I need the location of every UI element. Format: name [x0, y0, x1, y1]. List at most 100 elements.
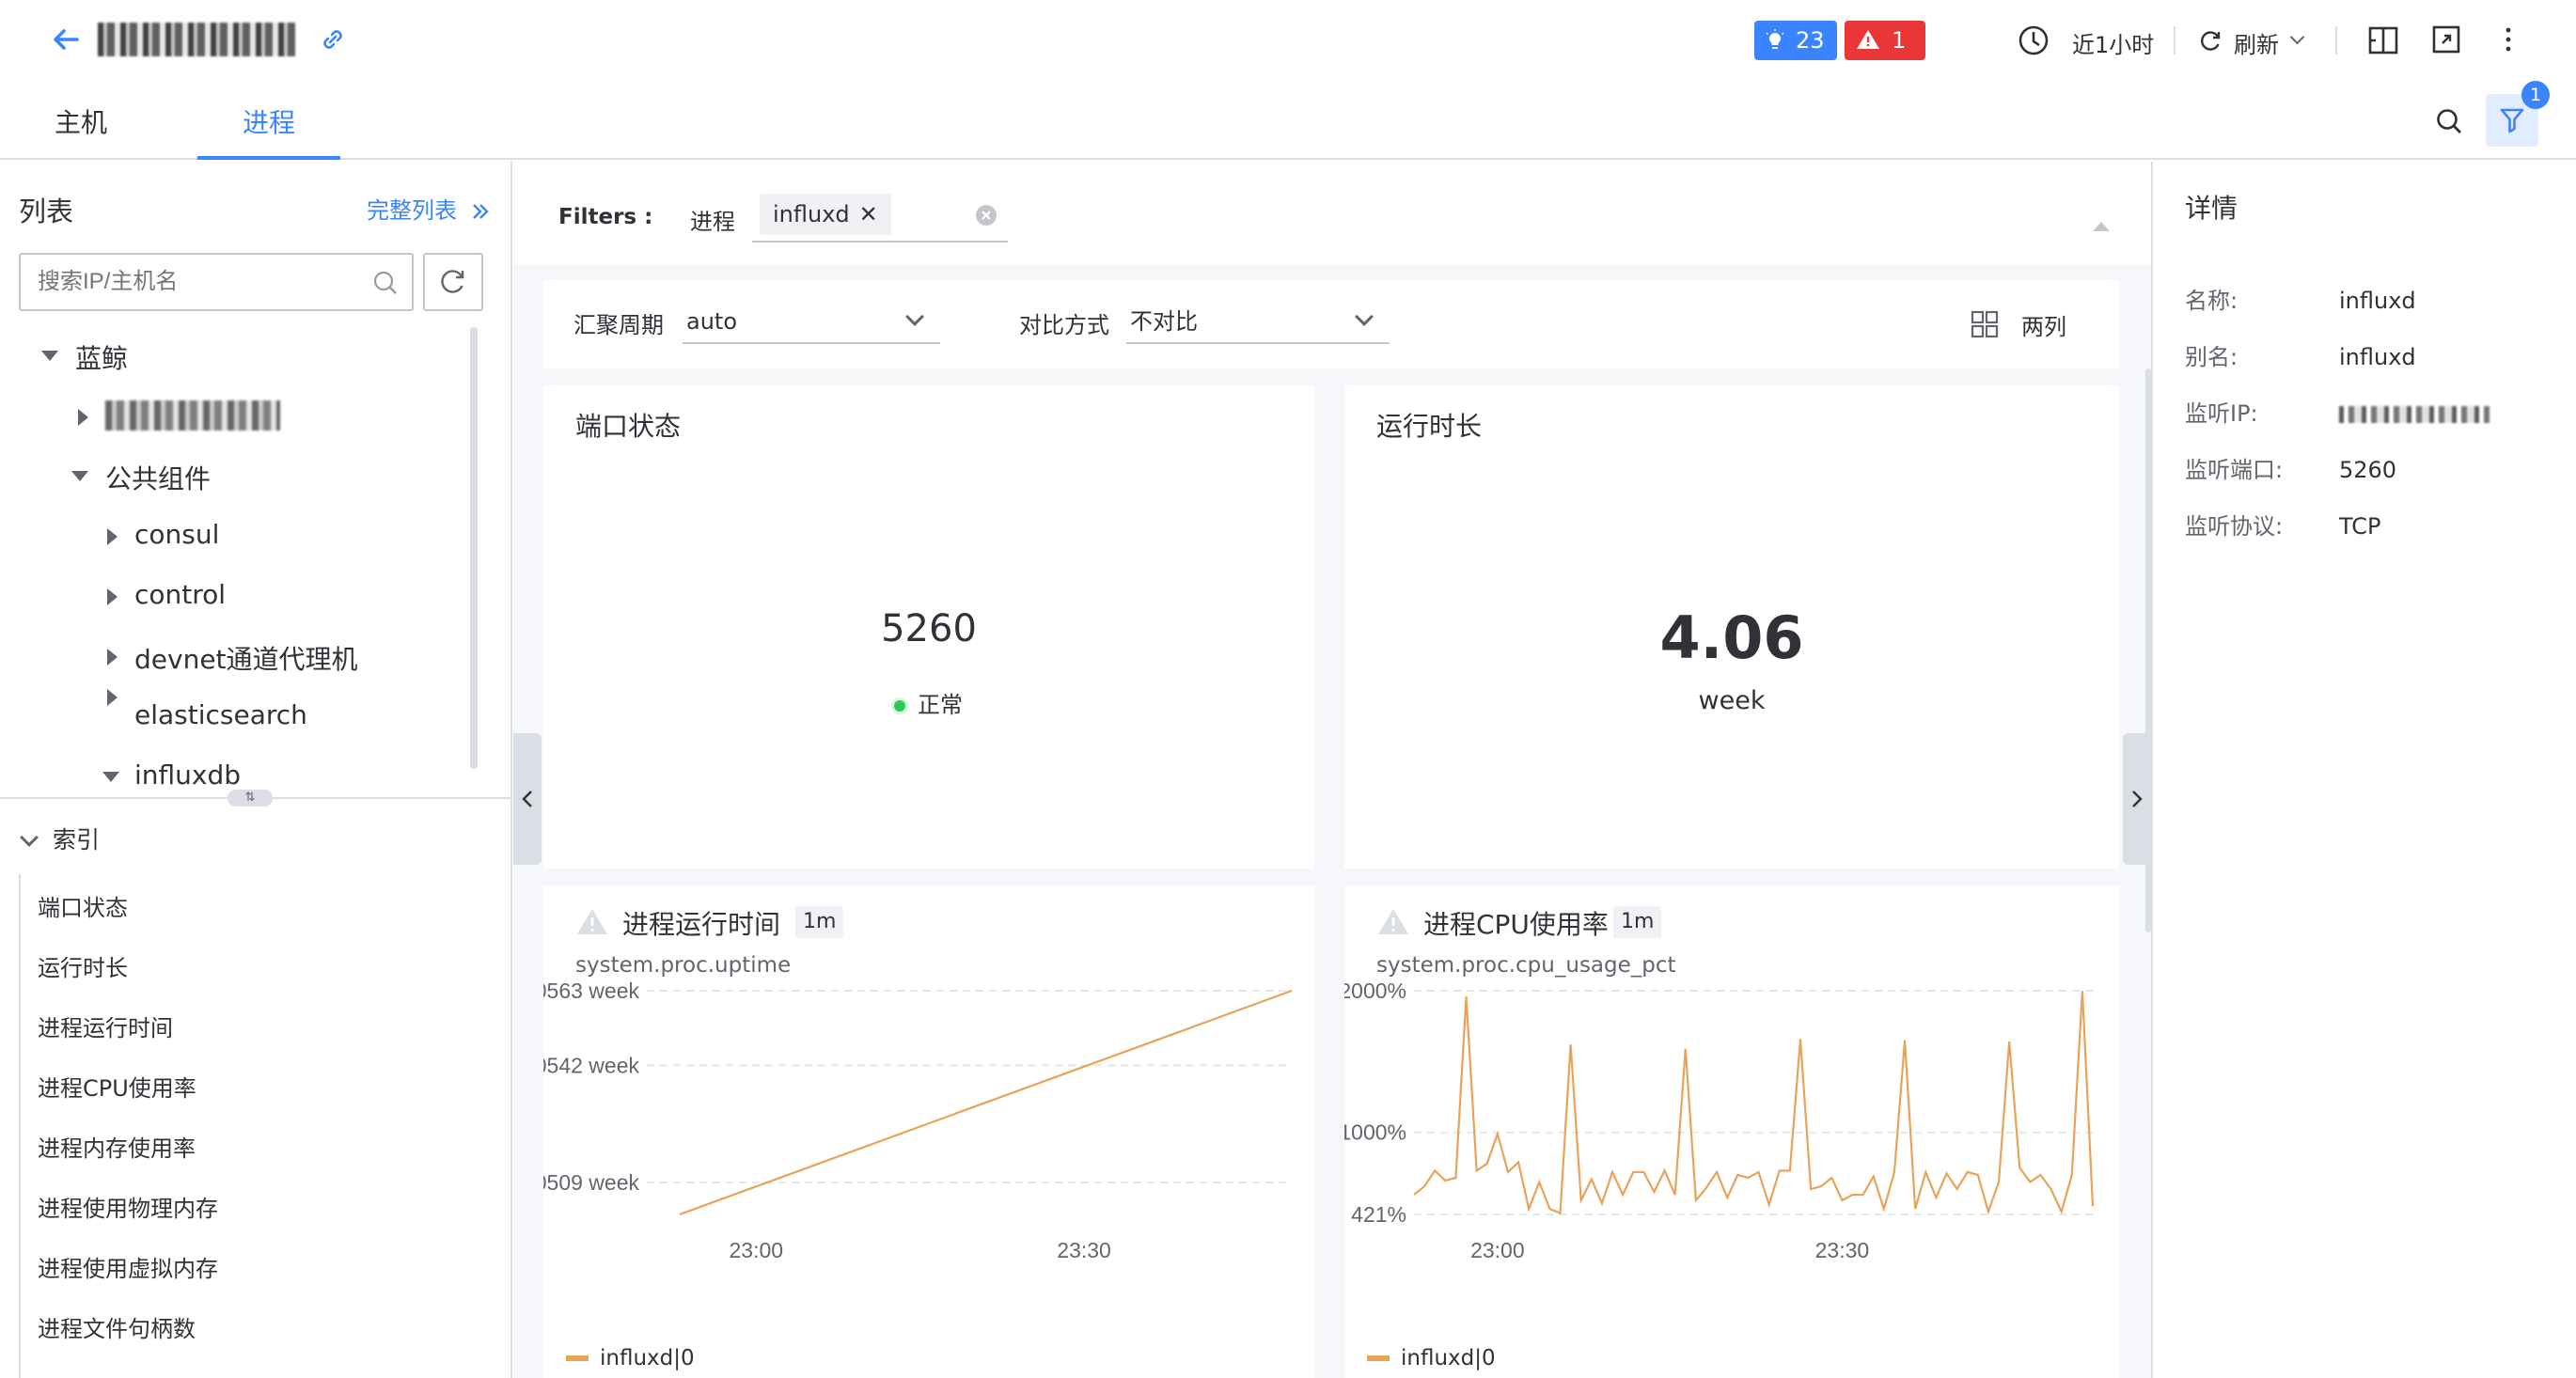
caret-right-icon[interactable]	[107, 689, 118, 706]
compare-select[interactable]: 不对比	[1126, 299, 1390, 344]
detail-name: 名称: influxd	[2185, 288, 2416, 314]
metric-name: system.proc.cpu_usage_pct	[1376, 953, 1676, 978]
index-title[interactable]: 索引	[53, 822, 100, 855]
more-icon[interactable]	[2495, 24, 2521, 55]
tree-node-control[interactable]: control	[134, 579, 226, 610]
chevron-down-icon	[2289, 29, 2305, 45]
status-dot-icon	[891, 697, 908, 714]
index-item[interactable]: 进程使用物理内存	[38, 1190, 218, 1223]
index-item[interactable]: 进程使用虚拟内存	[38, 1250, 218, 1283]
back-button[interactable]	[49, 23, 83, 56]
index-item[interactable]: 进程运行时间	[38, 1010, 173, 1042]
legend-swatch	[566, 1355, 589, 1361]
details-panel: 详情 名称: influxd 别名: influxd 监听IP: 监听端口: 5260…	[2151, 162, 2576, 1378]
masked-ip	[2339, 406, 2490, 423]
filter-count-badge: 1	[2521, 81, 2550, 109]
search-icon[interactable]	[2435, 107, 2463, 135]
sidebar: 列表 完整列表 蓝鲸 bk-monitor-host 公共组件 consul c…	[0, 162, 512, 1378]
tree-node-group[interactable]: 公共组件	[105, 459, 211, 496]
close-icon[interactable]: ✕	[859, 201, 878, 227]
tree-node-host-group[interactable]: bk-monitor-host	[105, 400, 280, 431]
tab-process[interactable]: 进程	[197, 81, 340, 160]
legend-label: influxd|0	[600, 1346, 695, 1370]
cpu-line-chart[interactable]: 2000% 1000% 421% 23:00 23:30	[1344, 979, 2119, 1299]
split-view-icon[interactable]	[2367, 24, 2399, 56]
chevron-down-icon[interactable]	[20, 828, 39, 847]
tree-node-devnet[interactable]: devnet通道代理机	[134, 639, 358, 677]
legend-swatch	[1367, 1355, 1390, 1361]
warning-icon[interactable]	[1376, 906, 1410, 936]
compare-label: 对比方式	[1019, 312, 1109, 338]
double-chevron-right-icon	[472, 204, 489, 219]
full-list-link[interactable]: 完整列表	[367, 192, 491, 225]
series-line[interactable]	[1413, 990, 2095, 1215]
clock-icon	[2018, 25, 2049, 55]
uptime-unit: week	[1698, 686, 1766, 715]
refresh-list-button[interactable]	[423, 253, 483, 311]
filter-input[interactable]: influxd ✕	[752, 190, 1008, 243]
time-range-label: 近1小时	[2072, 32, 2155, 58]
layout-toggle[interactable]: 两列	[1971, 308, 2083, 340]
funnel-icon	[2500, 108, 2524, 133]
tree-node-consul[interactable]: consul	[134, 519, 219, 550]
index-item[interactable]: 进程文件句柄数	[38, 1310, 196, 1343]
y-tick-label: 4.0542 week	[543, 1053, 639, 1077]
details-title: 详情	[2185, 193, 2238, 224]
detail-alias: 别名: influxd	[2185, 344, 2416, 370]
tree-node-root[interactable]: 蓝鲸	[75, 338, 128, 376]
collapse-icon[interactable]	[2093, 222, 2110, 231]
y-tick-label: 2000%	[1344, 979, 1406, 1003]
warning-icon	[1857, 30, 1879, 49]
panel-proc-cpu: 进程CPU使用率 1m system.proc.cpu_usage_pct 20…	[1344, 885, 2119, 1378]
uptime-line-chart[interactable]: 4.0563 week 4.0542 week 4.0509 week 23:00 23…	[543, 979, 1314, 1299]
fullscreen-icon[interactable]	[2431, 24, 2461, 55]
filter-button[interactable]: 1	[2486, 81, 2550, 147]
clear-icon[interactable]	[974, 203, 998, 227]
divider	[2174, 26, 2175, 55]
resize-handle[interactable]: ⇅	[228, 790, 273, 806]
notice-badge[interactable]: 23	[1754, 21, 1837, 60]
period-value: auto	[686, 308, 738, 335]
layout-label: 两列	[2021, 314, 2066, 340]
status-label: 正常	[918, 692, 963, 718]
search-icon	[373, 271, 397, 294]
tree-node-influxdb[interactable]: influxdb	[134, 759, 241, 791]
caret-down-icon[interactable]	[102, 772, 119, 782]
collapse-left-button[interactable]	[513, 733, 542, 865]
notice-count: 23	[1796, 27, 1825, 54]
filter-tag-label: influxd	[773, 201, 850, 227]
caret-down-icon[interactable]	[41, 351, 58, 361]
caret-right-icon[interactable]	[107, 649, 118, 666]
port-value: 5260	[881, 607, 977, 650]
chart-legend[interactable]: influxd|0	[1367, 1346, 1496, 1370]
index-item[interactable]: 端口状态	[38, 889, 128, 922]
bulb-icon	[1766, 29, 1784, 49]
scrollbar[interactable]	[470, 327, 478, 769]
series-line[interactable]	[679, 989, 1293, 1216]
caret-right-icon[interactable]	[107, 528, 118, 545]
alert-badge[interactable]: 1	[1845, 21, 1925, 60]
filter-field-label: 进程	[690, 209, 735, 235]
detail-protocol: 监听协议: TCP	[2185, 513, 2381, 540]
time-range-button[interactable]: 近1小时	[2018, 21, 2159, 60]
refresh-button[interactable]: 刷新	[2198, 21, 2313, 60]
chevron-left-icon	[522, 791, 532, 807]
link-icon[interactable]	[318, 24, 348, 58]
legend-label: influxd|0	[1401, 1346, 1496, 1370]
index-item[interactable]: 进程内存使用率	[38, 1130, 196, 1163]
search-input[interactable]	[19, 253, 414, 311]
caret-right-icon[interactable]	[107, 588, 118, 605]
search-field[interactable]	[38, 264, 357, 300]
tab-host[interactable]: 主机	[26, 81, 135, 160]
chart-legend[interactable]: influxd|0	[566, 1346, 695, 1370]
caret-right-icon[interactable]	[78, 409, 88, 426]
warning-icon[interactable]	[575, 906, 609, 936]
caret-down-icon[interactable]	[71, 471, 88, 481]
tree-node-elasticsearch[interactable]: elasticsearch	[134, 699, 307, 730]
index-item[interactable]: 运行时长	[38, 949, 128, 982]
sidebar-title: 列表	[19, 196, 74, 227]
period-select[interactable]: auto	[683, 299, 940, 344]
index-item[interactable]: 进程CPU使用率	[38, 1070, 196, 1103]
divider	[2335, 26, 2337, 55]
filter-bar: Filters : 进程 influxd ✕	[513, 162, 2151, 265]
